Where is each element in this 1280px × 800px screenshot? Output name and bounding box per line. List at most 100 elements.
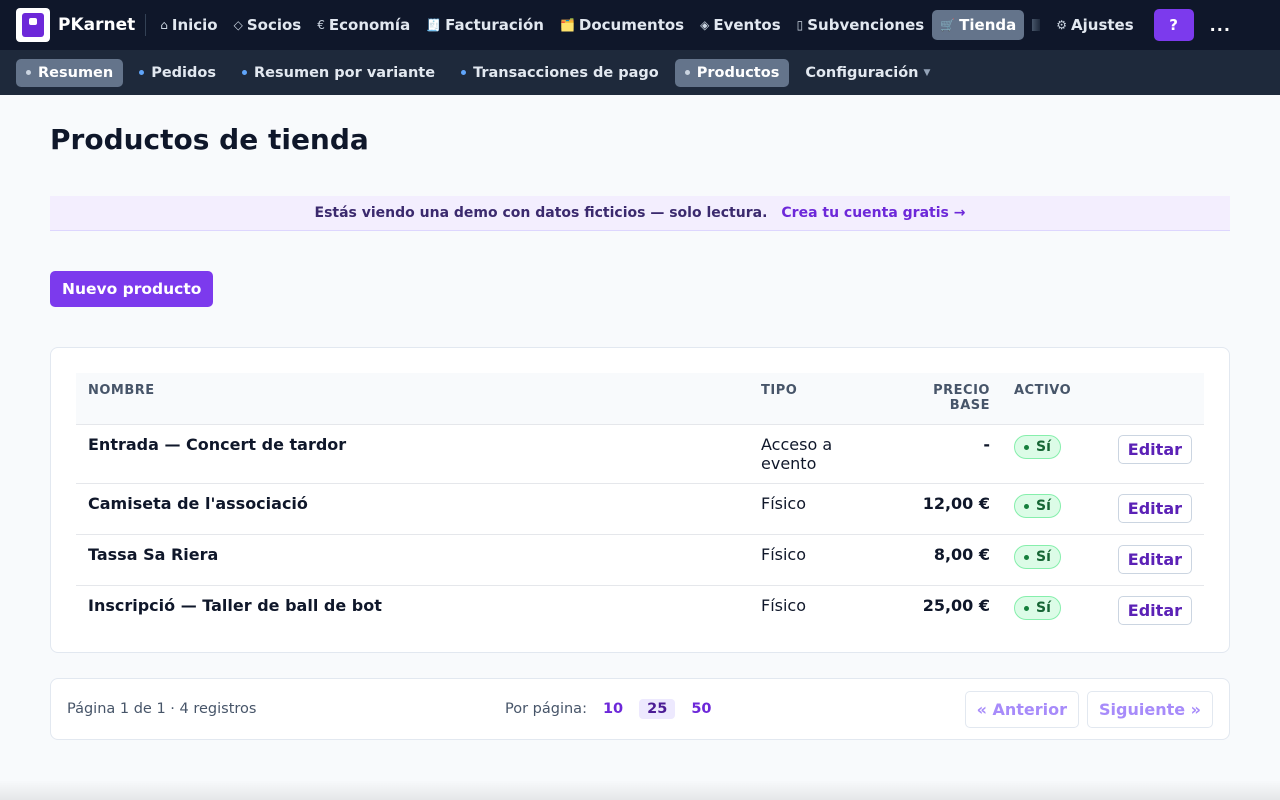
new-product-button[interactable]: Nuevo producto [50,271,214,307]
subnav-item-resumen[interactable]: Resumen [16,58,124,87]
bottom-shadow [0,780,1280,800]
nav-item-subvenciones[interactable]: ▯ Subvenciones [789,10,933,40]
nav-item-documentos[interactable]: 🗂️ Documentos [552,10,692,40]
more-menu-button[interactable]: ... [1210,16,1231,35]
nav-item-label: Inicio [171,16,218,34]
bullet-icon [139,70,145,75]
products-table: NOMBRE TIPO PRECIO BASE ACTIVO Entrada —… [76,373,1204,636]
product-price: 12,00 € [897,482,1002,534]
nav-item-label: Documentos [578,16,685,34]
column-header-actions [1094,373,1204,424]
nav-item-ajustes[interactable]: ⚙ Ajustes [1048,10,1141,40]
per-page-option-10[interactable]: 10 [595,699,631,719]
row-actions: Editar [1094,533,1204,585]
product-price: - [897,423,1002,483]
nav-item-label: Facturación [445,16,544,34]
edit-button[interactable]: Editar [1117,493,1192,523]
subnav-item-label: Configuración [805,64,919,81]
table-row: Entrada — Concert de tardor Acceso a eve… [76,423,1204,483]
edit-button[interactable]: Editar [1117,544,1192,574]
column-header-active[interactable]: ACTIVO [1002,373,1094,424]
page-title: Productos de tienda [50,123,369,156]
demo-banner: Estás viendo una demo con datos ficticio… [50,196,1230,231]
status-badge: Sí [1014,596,1061,620]
previous-page-button[interactable]: « Anterior [964,690,1080,728]
overflow-fade-icon [1032,19,1041,31]
bullet-icon [242,70,248,75]
bullet-icon [684,70,690,75]
nav-item-socios[interactable]: ◇ Socios [226,10,310,40]
table-row: Camiseta de l'associació Físico 12,00 € … [76,482,1204,534]
gear-icon: ⚙ [1056,18,1068,32]
status-badge: Sí [1014,435,1061,459]
row-actions: Editar [1094,482,1204,534]
subnav-item-transacciones[interactable]: Transacciones de pago [451,59,669,87]
column-header-name[interactable]: NOMBRE [76,373,749,424]
status-dot-icon [1024,554,1029,560]
nav-item-eventos[interactable]: ◈ Eventos [692,10,789,40]
pagination-bar: Página 1 de 1 · 4 registros Por página: … [50,678,1230,740]
product-type: Físico [749,482,897,534]
next-page-button[interactable]: Siguiente » [1087,690,1213,728]
create-account-link[interactable]: Crea tu cuenta gratis → [781,205,965,221]
nav-item-facturacion[interactable]: 🧾 Facturación [418,10,552,40]
product-price: 25,00 € [897,584,1002,636]
bullet-icon [26,70,31,75]
diamond-icon: ◇ [233,18,243,32]
products-table-card: NOMBRE TIPO PRECIO BASE ACTIVO Entrada —… [50,347,1230,653]
top-navbar: PKarnet ⌂ Inicio ◇ Socios € Economía 🧾 F… [0,0,1280,50]
product-type: Acceso a evento [749,423,897,483]
demo-banner-text: Estás viendo una demo con datos ficticio… [314,205,768,221]
product-active-cell: Sí [1002,533,1094,585]
nav-item-label: Economía [328,16,411,34]
product-active-cell: Sí [1002,482,1094,534]
pagination-summary: Página 1 de 1 · 4 registros [67,701,257,717]
folder-icon: 🗂️ [559,18,575,32]
status-dot-icon [1024,605,1029,611]
brand-name[interactable]: PKarnet [58,15,135,35]
row-actions: Editar [1094,584,1204,636]
product-type: Físico [749,584,897,636]
subnav-item-configuracion[interactable]: Configuración ▼ [795,59,940,87]
subnav-item-label: Transacciones de pago [473,64,659,81]
status-badge: Sí [1014,545,1061,569]
status-dot-icon [1024,444,1029,450]
table-header-row: NOMBRE TIPO PRECIO BASE ACTIVO [76,373,1204,424]
app-logo[interactable] [16,8,50,42]
status-badge-label: Sí [1036,549,1051,565]
subnav-item-resumen-variante[interactable]: Resumen por variante [232,59,445,87]
subnav-item-productos[interactable]: Productos [674,58,790,87]
nav-item-label: Subvenciones [807,16,925,34]
subnav-item-label: Resumen [38,64,114,81]
help-button[interactable]: ? [1153,9,1194,41]
price-header-line1: PRECIO [933,383,990,398]
nav-item-inicio[interactable]: ⌂ Inicio [152,10,225,40]
status-dot-icon [1024,503,1029,509]
per-page-selector: Por página: 10 25 50 [505,699,720,719]
subnav-item-pedidos[interactable]: Pedidos [129,59,226,87]
per-page-option-25[interactable]: 25 [639,699,676,719]
column-header-type[interactable]: TIPO [749,373,897,424]
sub-navbar: Resumen Pedidos Resumen por variante Tra… [0,50,1280,95]
nav-item-economia[interactable]: € Economía [309,10,418,40]
status-badge: Sí [1014,494,1061,518]
per-page-option-50[interactable]: 50 [683,699,719,719]
table-row: Tassa Sa Riera Físico 8,00 € Sí Editar [76,533,1204,585]
column-header-price[interactable]: PRECIO BASE [897,373,1002,424]
event-diamond-icon: ◈ [700,18,710,32]
columns-icon: ▯ [796,18,804,32]
product-price: 8,00 € [897,533,1002,585]
caret-down-icon: ▼ [923,67,931,78]
nav-item-label: Ajustes [1071,16,1134,34]
table-row: Inscripció — Taller de ball de bot Físic… [76,584,1204,636]
receipt-icon: 🧾 [426,18,442,32]
home-icon: ⌂ [160,18,168,32]
nav-item-label: Eventos [713,16,781,34]
edit-button[interactable]: Editar [1117,595,1192,625]
nav-item-tienda[interactable]: 🛒 Tienda [932,10,1025,40]
row-actions: Editar [1094,423,1204,483]
status-badge-label: Sí [1036,498,1051,514]
product-name: Inscripció — Taller de ball de bot [76,584,749,636]
subnav-item-label: Resumen por variante [254,64,436,81]
edit-button[interactable]: Editar [1117,434,1192,464]
